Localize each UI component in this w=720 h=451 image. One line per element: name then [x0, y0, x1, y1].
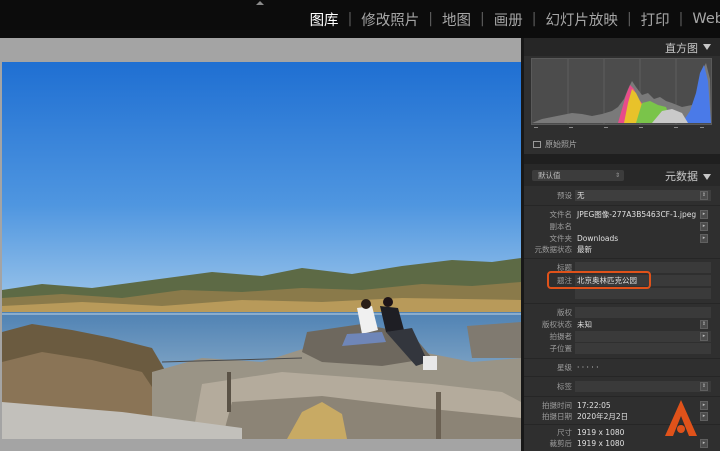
metadata-header[interactable]: 默认值 ⇕ 元数据 — [524, 164, 720, 186]
capture-date-action-icon[interactable]: ▸ — [700, 412, 708, 421]
metadata-row-label[interactable]: 标签 ⇕ — [524, 381, 720, 392]
metadata-row-folder[interactable]: 文件夹 Downloads ▸ — [524, 233, 720, 244]
folder-value[interactable]: Downloads — [577, 233, 618, 244]
metadata-preset-value: 默认值 — [538, 171, 561, 180]
loupe-view[interactable] — [0, 38, 521, 451]
copy-name-action-icon[interactable]: ▸ — [700, 222, 708, 231]
histogram-scale — [534, 127, 704, 135]
module-book[interactable]: 画册 — [492, 9, 525, 30]
copyright-status-label: 版权状态 — [542, 320, 572, 329]
row-divider — [524, 396, 720, 397]
metadata-preset-dropdown[interactable]: 默认值 ⇕ — [532, 170, 624, 181]
metadata-row-extra[interactable] — [524, 288, 720, 299]
creator-action-icon[interactable]: ▸ — [700, 332, 708, 341]
preset-value: 无 — [577, 191, 585, 200]
metadata-status-value: 最新 — [577, 245, 592, 254]
row-divider — [524, 303, 720, 304]
metadata-row-copyright-status[interactable]: 版权状态 未知 ⇕ — [524, 319, 720, 330]
filename-value[interactable]: JPEG图像-277A3B5463CF-1.jpeg — [577, 209, 696, 220]
metadata-row-creator[interactable]: 拍摄者 ▸ — [524, 331, 720, 342]
module-print[interactable]: 打印 — [639, 9, 672, 30]
row-divider — [524, 258, 720, 259]
module-web[interactable]: Web — [690, 11, 720, 27]
copyright-status-menu-icon[interactable]: ⇕ — [700, 320, 708, 329]
adobe-a-logo-icon — [663, 398, 699, 442]
module-list: 图库 | 修改照片 | 地图 | 画册 | 幻灯片放映 | 打印 | Web — [308, 0, 720, 38]
module-map[interactable]: 地图 — [440, 9, 473, 30]
caption-highlight-box — [547, 271, 651, 289]
row-divider — [524, 205, 720, 206]
metadata-row-rating[interactable]: 星级 · · · · · — [524, 362, 720, 373]
row-divider — [524, 358, 720, 359]
metadata-collapse-icon[interactable] — [703, 174, 711, 180]
module-develop[interactable]: 修改照片 — [359, 9, 421, 30]
histogram-collapse-icon[interactable] — [703, 44, 711, 50]
module-picker-bar: 图库 | 修改照片 | 地图 | 画册 | 幻灯片放映 | 打印 | Web — [0, 0, 720, 38]
sublocation-field[interactable] — [575, 343, 711, 354]
copy-name-label: 副本名 — [549, 222, 573, 231]
histogram-title: 直方图 — [665, 42, 698, 55]
cropped-action-icon[interactable]: ▸ — [700, 439, 708, 448]
preset-menu-icon[interactable]: ⇕ — [700, 191, 708, 200]
module-separator: | — [626, 11, 632, 27]
cropped-value: 1919 x 1080 — [577, 439, 625, 448]
dropdown-arrows-icon: ⇕ — [614, 172, 620, 179]
metadata-title: 元数据 — [665, 170, 698, 183]
capture-date-value: 2020年2月2日 — [577, 412, 629, 421]
module-separator: | — [531, 11, 537, 27]
metadata-row-copy-name[interactable]: 副本名 ▸ — [524, 221, 720, 232]
folder-action-icon[interactable]: ▸ — [700, 234, 708, 243]
label-label: 标签 — [557, 382, 572, 391]
copyright-field[interactable] — [575, 307, 711, 318]
dimensions-value: 1919 x 1080 — [577, 428, 625, 437]
original-photo-toggle[interactable]: 原始照片 — [533, 139, 577, 150]
label-menu-icon[interactable]: ⇕ — [700, 382, 708, 391]
histogram-graph — [531, 58, 712, 125]
histogram-header[interactable]: 直方图 — [524, 38, 720, 56]
creator-field[interactable] — [575, 331, 711, 342]
module-separator: | — [347, 11, 353, 27]
metadata-row-preset[interactable]: 预设 无 ⇕ — [524, 190, 720, 201]
module-slideshow[interactable]: 幻灯片放映 — [543, 9, 620, 30]
module-library[interactable]: 图库 — [308, 9, 341, 30]
panel-divider — [524, 154, 720, 164]
rating-stars[interactable]: · · · · · — [577, 362, 598, 373]
metadata-row-sublocation[interactable]: 子位置 — [524, 343, 720, 354]
dimensions-label: 尺寸 — [557, 428, 572, 437]
original-photo-checkbox[interactable] — [533, 141, 541, 148]
caption-extra-field[interactable] — [575, 288, 711, 299]
photo-preview[interactable] — [2, 62, 521, 439]
copyright-status-value[interactable]: 未知 — [577, 319, 592, 330]
row-divider — [524, 376, 720, 377]
capture-date-label: 拍摄日期 — [542, 412, 572, 421]
module-separator: | — [480, 11, 485, 27]
top-panel-toggle-icon[interactable] — [256, 1, 264, 5]
right-panel: 直方图 原始照片 默认值 ⇕ 元数据 预设 无 ⇕ 文件名 JPEG图像-277… — [521, 38, 720, 451]
copyright-label: 版权 — [557, 308, 572, 317]
folder-label: 文件夹 — [549, 234, 573, 243]
rating-label: 星级 — [557, 363, 572, 372]
preset-label: 预设 — [557, 191, 572, 200]
module-separator: | — [428, 11, 433, 27]
capture-time-value: 17:22:05 — [577, 401, 611, 410]
filename-action-icon[interactable]: ▸ — [700, 210, 708, 219]
module-separator: | — [678, 11, 684, 27]
original-photo-label: 原始照片 — [545, 140, 577, 149]
metadata-row-status: 元数据状态 最新 — [524, 244, 720, 255]
metadata-row-copyright[interactable]: 版权 — [524, 307, 720, 318]
capture-time-action-icon[interactable]: ▸ — [700, 401, 708, 410]
sublocation-label: 子位置 — [549, 344, 573, 353]
cropped-label: 裁剪后 — [549, 439, 573, 448]
label-field[interactable] — [575, 381, 711, 392]
metadata-row-filename[interactable]: 文件名 JPEG图像-277A3B5463CF-1.jpeg ▸ — [524, 209, 720, 220]
preset-field[interactable] — [575, 190, 711, 201]
metadata-status-label: 元数据状态 — [534, 245, 573, 254]
filename-label: 文件名 — [549, 210, 573, 219]
creator-label: 拍摄者 — [549, 332, 573, 341]
capture-time-label: 拍摄时间 — [542, 401, 572, 410]
